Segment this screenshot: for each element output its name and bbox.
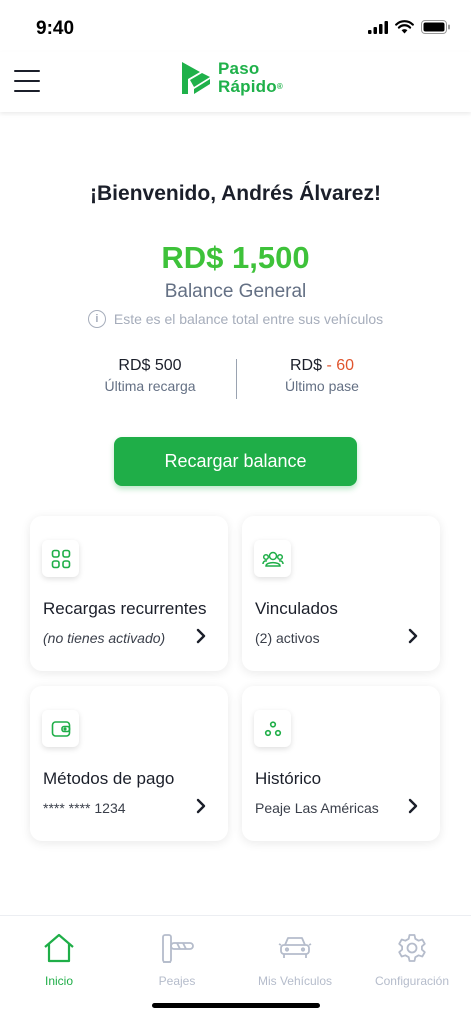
card-subtitle: Peaje Las Américas [255, 800, 379, 816]
nav-item-inicio[interactable]: Inicio [0, 930, 118, 988]
last-recharge: RD$ 500 Última recarga [70, 357, 230, 394]
nav-label: Peajes [158, 974, 196, 988]
card-title: Recargas recurrentes [43, 599, 207, 618]
app-header: Paso Rápido® [0, 52, 471, 112]
chevron-right-icon [408, 798, 418, 814]
nav-label: Mis Vehículos [257, 974, 333, 988]
info-icon: i [87, 310, 106, 328]
wallet-icon [42, 710, 79, 747]
last-pass-amount: - 60 [326, 357, 355, 374]
stats-divider [236, 359, 237, 399]
nav-item-mis-vehiculos[interactable]: Mis Vehículos [236, 930, 354, 988]
card-subtitle: **** **** 1234 [43, 800, 126, 816]
last-recharge-label: Última recarga [104, 378, 196, 394]
last-recharge-value: RD$ 500 [118, 357, 182, 374]
nav-label: Inicio [44, 974, 73, 988]
battery-icon [421, 20, 450, 34]
last-pass-value: RD$ - 60 [289, 357, 355, 374]
home-indicator [152, 1003, 320, 1008]
last-pass-label: Último pase [285, 378, 359, 394]
card-linked[interactable]: Vinculados (2) activos [242, 516, 440, 671]
card-history[interactable]: Histórico Peaje Las Américas [242, 686, 440, 841]
balance-info-text: Este es el balance total entre sus vehíc… [113, 311, 384, 327]
balance-amount: RD$ 1,500 [161, 240, 310, 275]
balance-stats: RD$ 500 Última recarga RD$ - 60 Último p… [0, 357, 471, 401]
balance-info: i Este es el balance total entre sus veh… [0, 310, 471, 328]
car-icon [236, 930, 354, 966]
card-title: Vinculados [255, 599, 338, 618]
logo-text: Paso Rápido® [218, 59, 283, 96]
status-time: 9:40 [36, 18, 75, 39]
signal-icon [368, 20, 388, 34]
hamburger-menu-icon[interactable] [14, 70, 40, 94]
toll-barrier-icon [118, 930, 236, 966]
welcome-title: ¡Bienvenido, Andrés Álvarez! [90, 182, 381, 205]
gear-icon [353, 930, 471, 966]
grid-icon [42, 540, 79, 577]
card-payment-methods[interactable]: Métodos de pago **** **** 1234 [30, 686, 228, 841]
chevron-right-icon [408, 628, 418, 644]
app-logo: Paso Rápido® [180, 58, 283, 98]
nav-label: Configuración [374, 974, 450, 988]
recharge-balance-button[interactable]: Recargar balance [114, 437, 357, 486]
last-pass: RD$ - 60 Último pase [242, 357, 402, 394]
history-icon [254, 710, 291, 747]
card-title: Histórico [255, 769, 322, 788]
wifi-icon [395, 20, 414, 34]
status-icons [368, 20, 451, 34]
card-recurring-recharges[interactable]: Recargas recurrentes (no tienes activado… [30, 516, 228, 671]
logo-mark-icon [182, 62, 210, 94]
home-icon [0, 930, 118, 966]
chevron-right-icon [196, 798, 206, 814]
nav-item-configuracion[interactable]: Configuración [353, 930, 471, 988]
chevron-right-icon [196, 628, 206, 644]
card-title: Métodos de pago [43, 769, 175, 788]
card-subtitle: (2) activos [255, 630, 320, 646]
status-bar: 9:40 [0, 0, 471, 52]
users-icon [254, 540, 291, 577]
nav-item-peajes[interactable]: Peajes [118, 930, 236, 988]
card-subtitle: (no tienes activado) [43, 630, 166, 646]
balance-label: Balance General [164, 281, 307, 302]
